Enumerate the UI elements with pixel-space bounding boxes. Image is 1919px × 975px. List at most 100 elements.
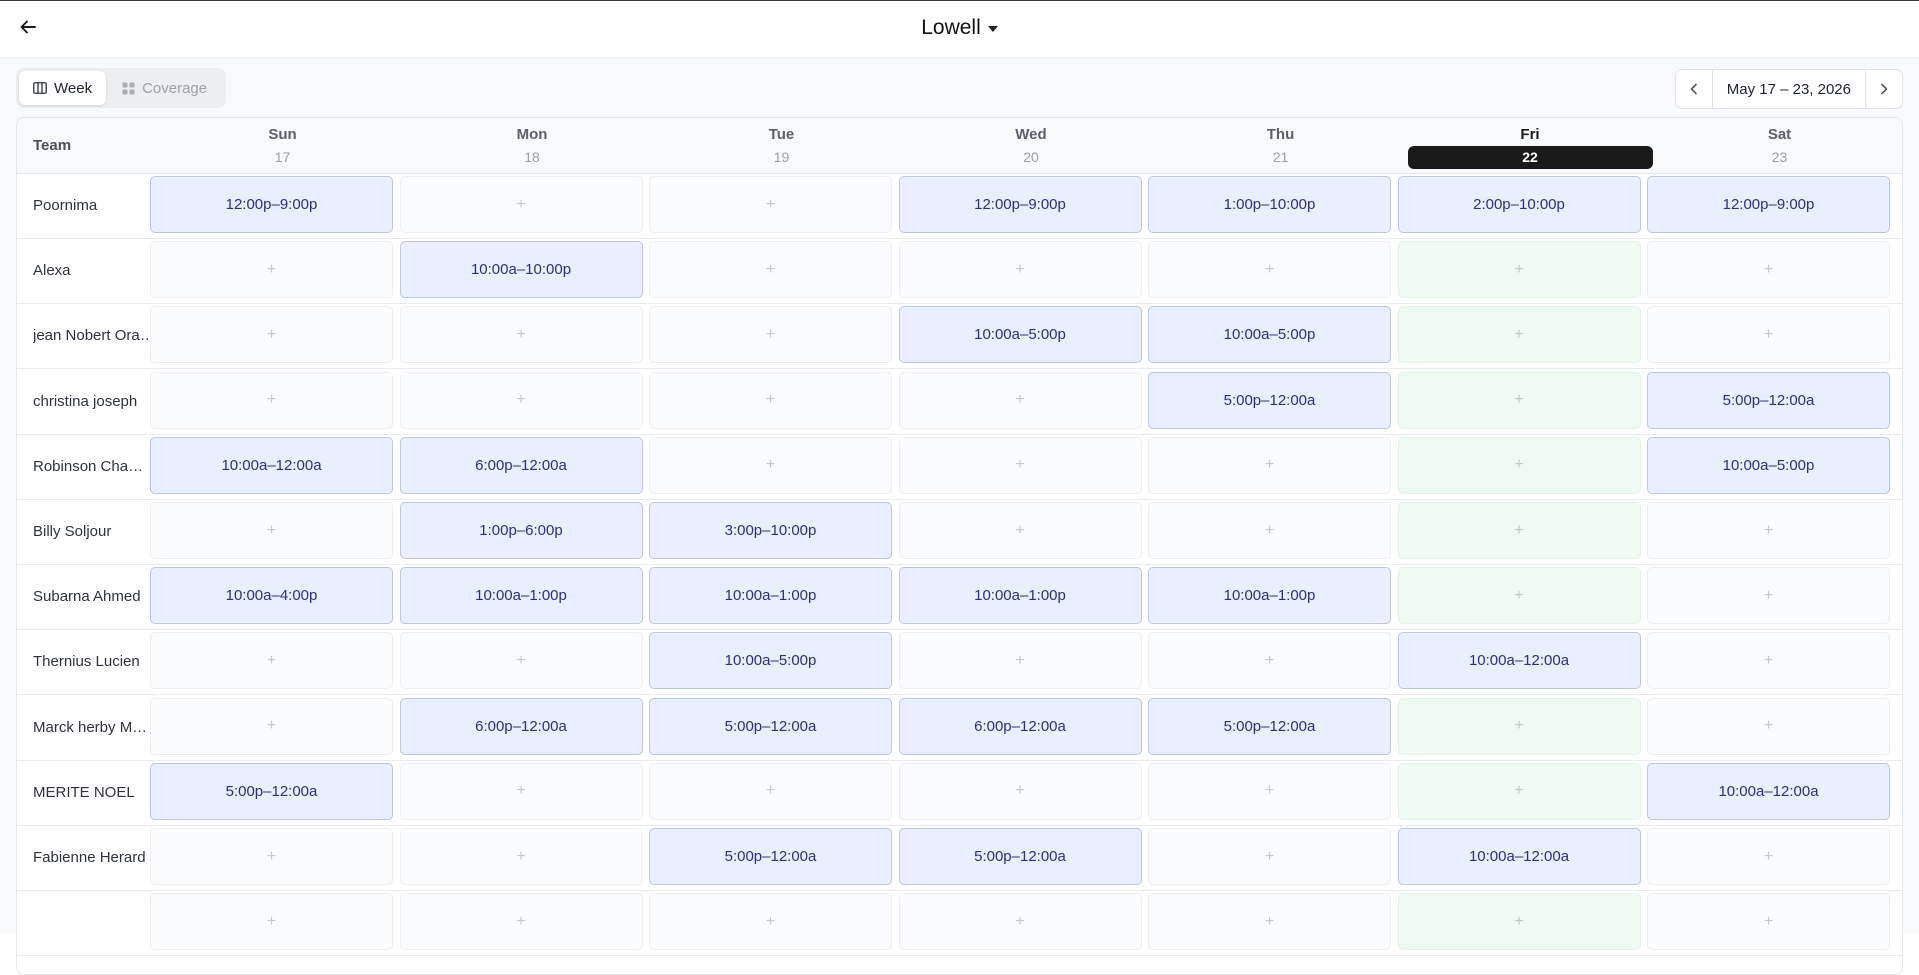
shift-block[interactable]: 2:00p–10:00p — [1397, 176, 1641, 233]
add-shift-button[interactable]: + — [1148, 632, 1391, 690]
add-shift-button[interactable]: + — [150, 241, 393, 299]
add-shift-button[interactable]: + — [649, 436, 892, 494]
add-shift-button[interactable]: + — [1397, 893, 1641, 951]
add-shift-button[interactable]: + — [150, 306, 393, 364]
member-name: Subarna Ahmed — [33, 588, 141, 606]
shift-block[interactable]: 5:00p–12:00a — [1148, 371, 1391, 429]
add-shift-button[interactable]: + — [150, 828, 393, 885]
shift-block[interactable]: 5:00p–12:00a — [1647, 371, 1890, 429]
add-shift-button[interactable]: + — [898, 762, 1142, 820]
add-shift-button[interactable]: + — [1397, 762, 1641, 820]
shift-block[interactable]: 5:00p–12:00a — [898, 828, 1142, 885]
day-header-thu: Thu 21 — [1156, 118, 1405, 173]
add-shift-button[interactable]: + — [898, 632, 1142, 690]
add-shift-button[interactable]: + — [1397, 436, 1641, 494]
shift-block[interactable]: 12:00p–9:00p — [150, 176, 393, 233]
week-view-label[interactable]: Week — [54, 80, 92, 97]
shift-block[interactable]: 10:00a–1:00p — [1148, 567, 1391, 625]
shift-block[interactable]: 6:00p–12:00a — [898, 697, 1142, 755]
location-selector[interactable]: Lowell — [0, 16, 1919, 40]
coverage-view-label[interactable]: Coverage — [142, 80, 207, 97]
add-shift-button[interactable]: + — [399, 632, 643, 690]
shift-block[interactable]: 3:00p–10:00p — [649, 502, 892, 559]
add-shift-button[interactable]: + — [1647, 306, 1890, 364]
add-shift-button[interactable]: + — [150, 893, 393, 951]
add-shift-button[interactable]: + — [1647, 828, 1890, 885]
shift-block[interactable]: 6:00p–12:00a — [399, 697, 643, 755]
add-shift-button[interactable]: + — [150, 632, 393, 690]
shift-block[interactable]: 12:00p–9:00p — [1647, 176, 1890, 233]
add-shift-button[interactable]: + — [649, 762, 892, 820]
add-shift-button[interactable]: + — [898, 371, 1142, 429]
add-shift-button[interactable]: + — [1647, 632, 1890, 690]
add-shift-button[interactable]: + — [399, 893, 643, 951]
shift-block[interactable]: 5:00p–12:00a — [150, 762, 393, 820]
shift-block[interactable]: 10:00a–5:00p — [1647, 436, 1890, 494]
week-view-button[interactable]: Week — [19, 71, 107, 105]
shift-block[interactable]: 5:00p–12:00a — [1148, 697, 1391, 755]
add-shift-button[interactable]: + — [399, 306, 643, 364]
add-shift-button[interactable]: + — [898, 893, 1142, 951]
next-week-button[interactable] — [1866, 70, 1902, 108]
add-shift-button[interactable]: + — [1397, 306, 1641, 364]
shift-block[interactable]: 6:00p–12:00a — [399, 436, 643, 494]
add-shift-button[interactable]: + — [399, 828, 643, 885]
add-shift-button[interactable]: + — [1148, 893, 1391, 951]
add-shift-button[interactable]: + — [649, 371, 892, 429]
add-shift-button[interactable]: + — [1148, 828, 1391, 885]
add-shift-button[interactable]: + — [1647, 893, 1890, 951]
shift-block[interactable]: 10:00a–5:00p — [1148, 306, 1391, 364]
add-shift-button[interactable]: + — [1397, 371, 1641, 429]
shift-block[interactable]: 5:00p–12:00a — [649, 697, 892, 755]
shift-block[interactable]: 10:00a–12:00a — [150, 436, 393, 494]
shift-block[interactable]: 10:00a–1:00p — [399, 567, 643, 625]
add-shift-button[interactable]: + — [399, 176, 643, 233]
shift-block[interactable]: 10:00a–10:00p — [399, 241, 643, 299]
shift-block[interactable]: 10:00a–1:00p — [898, 567, 1142, 625]
add-shift-button[interactable]: + — [649, 306, 892, 364]
shift-block[interactable]: 10:00a–1:00p — [649, 567, 892, 625]
add-shift-button[interactable]: + — [1647, 567, 1890, 625]
add-shift-button[interactable]: + — [1148, 762, 1391, 820]
shift-block[interactable]: 10:00a–5:00p — [649, 632, 892, 690]
add-shift-button[interactable]: + — [150, 697, 393, 755]
add-shift-button[interactable]: + — [399, 371, 643, 429]
add-shift-button[interactable]: + — [649, 893, 892, 951]
prev-week-button[interactable] — [1676, 70, 1712, 108]
add-shift-button[interactable]: + — [649, 241, 892, 299]
member-name: Alexa — [33, 262, 71, 280]
shift-block[interactable]: 10:00a–5:00p — [898, 306, 1142, 364]
shift-block[interactable]: 5:00p–12:00a — [649, 828, 892, 885]
shift-block[interactable]: 10:00a–12:00a — [1647, 762, 1890, 820]
add-shift-button[interactable]: + — [1148, 502, 1391, 559]
add-shift-button[interactable]: + — [1397, 241, 1641, 299]
add-shift-button[interactable]: + — [1647, 241, 1890, 299]
shift-block[interactable]: 10:00a–12:00a — [1397, 828, 1641, 885]
add-shift-button[interactable]: + — [399, 762, 643, 820]
add-shift-button[interactable]: + — [1397, 502, 1641, 559]
add-shift-button[interactable]: + — [1647, 502, 1890, 559]
member-name: Thernius Lucien — [33, 653, 140, 671]
add-shift-button[interactable]: + — [1148, 436, 1391, 494]
add-shift-button[interactable]: + — [1397, 697, 1641, 755]
date-range-label[interactable]: May 17 – 23, 2026 — [1711, 70, 1866, 108]
day-header-tue: Tue 19 — [657, 118, 906, 173]
add-shift-button[interactable]: + — [150, 502, 393, 559]
day-number: 20 — [1023, 149, 1039, 165]
location-title[interactable]: Lowell — [921, 16, 981, 40]
add-shift-button[interactable]: + — [1647, 697, 1890, 755]
coverage-view-button[interactable]: Coverage — [108, 71, 221, 105]
add-shift-button[interactable]: + — [1397, 567, 1641, 625]
add-shift-button[interactable]: + — [150, 371, 393, 429]
shift-block[interactable]: 10:00a–4:00p — [150, 567, 393, 625]
add-shift-button[interactable]: + — [1148, 241, 1391, 299]
shift-block[interactable]: 1:00p–10:00p — [1148, 176, 1391, 233]
shift-block[interactable]: 10:00a–12:00a — [1397, 632, 1641, 690]
add-shift-button[interactable]: + — [649, 176, 892, 233]
add-shift-button[interactable]: + — [898, 241, 1142, 299]
add-shift-button[interactable]: + — [898, 436, 1142, 494]
shift-block[interactable]: 12:00p–9:00p — [898, 176, 1142, 233]
caret-down-icon[interactable] — [987, 26, 998, 32]
shift-block[interactable]: 1:00p–6:00p — [399, 502, 643, 559]
add-shift-button[interactable]: + — [898, 502, 1142, 559]
